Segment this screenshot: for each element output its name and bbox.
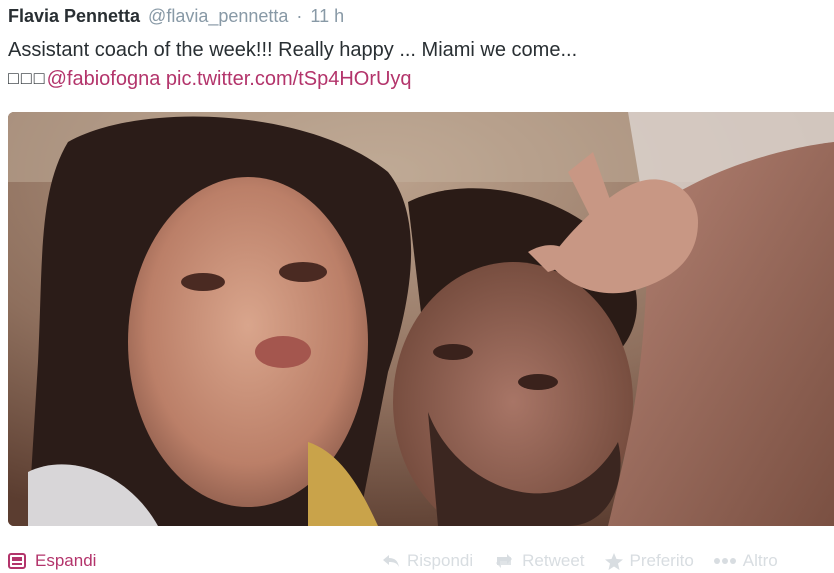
retweet-label: Retweet — [522, 551, 585, 570]
pic-link[interactable]: pic.twitter.com/tSp4HOrUyq — [166, 68, 412, 90]
reply-label: Rispondi — [407, 551, 474, 570]
photo-card-icon — [8, 553, 26, 569]
expand-label: Espandi — [35, 551, 97, 570]
reply-icon — [383, 555, 399, 567]
more-dots-icon — [713, 558, 736, 564]
favorite-label: Preferito — [629, 551, 694, 570]
expand-link[interactable]: Espandi — [7, 551, 96, 571]
retweet-button[interactable]: Retweet — [493, 551, 585, 571]
reply-button[interactable]: Rispondi — [382, 551, 473, 571]
author-handle[interactable]: @flavia_pennetta — [148, 6, 288, 26]
star-icon — [604, 552, 623, 570]
tweet-photo[interactable] — [8, 112, 834, 526]
tweet-header: Flavia Pennetta @flavia_pennetta · 11 h — [8, 5, 344, 27]
meta-separator: · — [296, 6, 303, 26]
tweet-card: Flavia Pennetta @flavia_pennetta · 11 h Ass… — [0, 0, 834, 573]
missing-emoji-glyphs: □□□ — [8, 68, 47, 88]
tweet-footer: Espandi Rispondi Retweet Preferito Altro — [0, 546, 834, 573]
favorite-button[interactable]: Preferito — [604, 551, 694, 571]
tweet-text: Assistant coach of the week!!! Really ha… — [8, 36, 577, 93]
tweet-text-line-2: □□□@fabiofogna pic.twitter.com/tSp4HOrUy… — [8, 64, 577, 93]
more-label: Altro — [742, 551, 778, 570]
tweet-actions: Rispondi Retweet Preferito Altro — [382, 551, 778, 571]
mention-link[interactable]: @fabiofogna — [47, 68, 161, 90]
tweet-timestamp[interactable]: 11 h — [310, 6, 344, 26]
tweet-text-line-1: Assistant coach of the week!!! Really ha… — [8, 39, 578, 61]
author-name[interactable]: Flavia Pennetta — [8, 6, 140, 26]
photo-image — [8, 112, 834, 526]
more-button[interactable]: Altro — [713, 551, 778, 571]
retweet-icon — [496, 554, 513, 568]
